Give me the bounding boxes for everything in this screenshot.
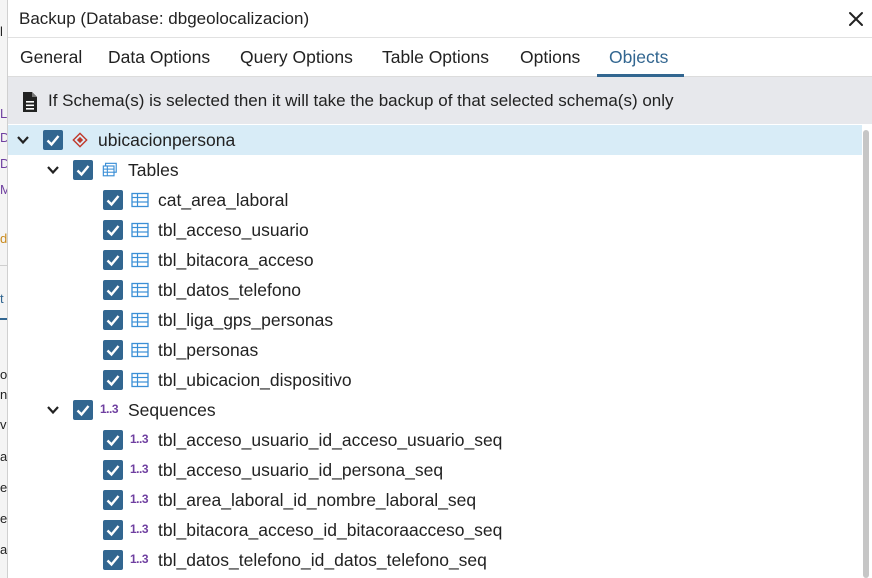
schema-icon bbox=[72, 132, 88, 148]
table-icon bbox=[131, 312, 149, 328]
schema-label: ubicacionpersona bbox=[98, 130, 236, 150]
table-label: tbl_ubicacion_dispositivo bbox=[158, 370, 352, 390]
check-icon bbox=[106, 195, 120, 207]
tab-options[interactable]: Options bbox=[520, 47, 580, 68]
tree-row-sequence[interactable]: 1..3 tbl_area_laboral_id_nombre_laboral_… bbox=[8, 485, 862, 515]
sequence-checkbox[interactable] bbox=[103, 430, 123, 450]
tree-row-table[interactable]: tbl_ubicacion_dispositivo bbox=[8, 365, 862, 395]
table-checkbox[interactable] bbox=[103, 190, 123, 210]
check-icon bbox=[106, 555, 120, 567]
sequence-icon: 1..3 bbox=[130, 432, 149, 446]
table-icon bbox=[131, 372, 149, 388]
tree-row-sequence[interactable]: 1..3 tbl_bitacora_acceso_id_bitacoraacce… bbox=[8, 515, 862, 545]
table-checkbox[interactable] bbox=[103, 370, 123, 390]
check-icon bbox=[106, 525, 120, 537]
tab-data-options[interactable]: Data Options bbox=[108, 47, 210, 68]
chevron-down-icon[interactable] bbox=[46, 163, 60, 177]
tab-general[interactable]: General bbox=[20, 47, 82, 68]
table-label: tbl_personas bbox=[158, 340, 259, 360]
tree-row-table[interactable]: tbl_personas bbox=[8, 335, 862, 365]
tables-group-label: Tables bbox=[128, 160, 179, 180]
table-checkbox[interactable] bbox=[103, 220, 123, 240]
table-icon bbox=[131, 282, 149, 298]
tree-row-sequences-group[interactable]: 1..3 Sequences bbox=[8, 395, 862, 425]
check-icon bbox=[106, 495, 120, 507]
sequence-label: tbl_acceso_usuario_id_persona_seq bbox=[158, 460, 444, 480]
check-icon bbox=[106, 465, 120, 477]
dialog-title: Backup (Database: dbgeolocalizacion) bbox=[19, 9, 310, 28]
sequence-checkbox[interactable] bbox=[103, 550, 123, 570]
chevron-down-icon[interactable] bbox=[16, 133, 30, 147]
sequence-icon: 1..3 bbox=[130, 462, 149, 476]
document-icon bbox=[23, 92, 37, 112]
table-icon bbox=[131, 342, 149, 358]
table-label: tbl_datos_telefono bbox=[158, 280, 302, 300]
sequence-checkbox[interactable] bbox=[103, 520, 123, 540]
tables-icon bbox=[102, 162, 117, 177]
schema-checkbox[interactable] bbox=[43, 130, 63, 150]
check-icon bbox=[106, 285, 120, 297]
table-label: tbl_liga_gps_personas bbox=[158, 310, 334, 330]
tree-row-table[interactable]: cat_area_laboral bbox=[8, 185, 862, 215]
check-icon bbox=[76, 165, 90, 177]
sequence-icon: 1..3 bbox=[130, 522, 149, 536]
check-icon bbox=[106, 375, 120, 387]
sequence-label: tbl_datos_telefono_id_datos_telefono_seq bbox=[158, 550, 487, 570]
chevron-down-icon[interactable] bbox=[46, 403, 60, 417]
check-icon bbox=[106, 345, 120, 357]
tree-row-table[interactable]: tbl_bitacora_acceso bbox=[8, 245, 862, 275]
check-icon bbox=[106, 225, 120, 237]
sequence-label: tbl_bitacora_acceso_id_bitacoraacceso_se… bbox=[158, 520, 503, 540]
tree-row-sequence[interactable]: 1..3 tbl_acceso_usuario_id_acceso_usuari… bbox=[8, 425, 862, 455]
sequence-label: tbl_acceso_usuario_id_acceso_usuario_seq bbox=[158, 430, 503, 450]
sequence-checkbox[interactable] bbox=[103, 460, 123, 480]
bg-fragment: t bbox=[0, 291, 4, 306]
tree-row-table[interactable]: tbl_datos_telefono bbox=[8, 275, 862, 305]
tree-row-schema[interactable]: ubicacionpersona bbox=[8, 125, 862, 155]
bg-fragment: v bbox=[0, 417, 7, 432]
tree-row-table[interactable]: tbl_liga_gps_personas bbox=[8, 305, 862, 335]
table-label: tbl_bitacora_acceso bbox=[158, 250, 314, 270]
table-checkbox[interactable] bbox=[103, 280, 123, 300]
sequence-checkbox[interactable] bbox=[103, 490, 123, 510]
sequence-icon: 1..3 bbox=[100, 402, 119, 416]
tab-table-options[interactable]: Table Options bbox=[382, 47, 489, 68]
objects-tree: ubicacionpersona Tables cat_area_laboral… bbox=[8, 124, 862, 578]
sequences-checkbox[interactable] bbox=[73, 400, 93, 420]
tab-objects[interactable]: Objects bbox=[609, 47, 668, 68]
close-icon bbox=[849, 12, 863, 26]
table-icon bbox=[131, 252, 149, 268]
tree-row-sequence[interactable]: 1..3 tbl_acceso_usuario_id_persona_seq bbox=[8, 455, 862, 485]
check-icon bbox=[106, 435, 120, 447]
check-icon bbox=[106, 315, 120, 327]
tree-scrollbar[interactable] bbox=[863, 130, 869, 578]
dialog-titlebar: Backup (Database: dbgeolocalizacion) bbox=[8, 0, 872, 38]
sequence-label: tbl_area_laboral_id_nombre_laboral_seq bbox=[158, 490, 477, 510]
check-icon bbox=[106, 255, 120, 267]
sequence-icon: 1..3 bbox=[130, 492, 149, 506]
tables-checkbox[interactable] bbox=[73, 160, 93, 180]
table-checkbox[interactable] bbox=[103, 340, 123, 360]
table-label: tbl_acceso_usuario bbox=[158, 220, 309, 240]
table-icon bbox=[131, 192, 149, 208]
tree-row-table[interactable]: tbl_acceso_usuario bbox=[8, 215, 862, 245]
table-checkbox[interactable] bbox=[103, 250, 123, 270]
tab-bar: General Data Options Query Options Table… bbox=[8, 38, 872, 77]
sequence-icon: 1..3 bbox=[130, 552, 149, 566]
tree-row-tables-group[interactable]: Tables bbox=[8, 155, 862, 185]
check-icon bbox=[46, 135, 60, 147]
info-bar: If Schema(s) is selected then it will ta… bbox=[8, 77, 872, 124]
backup-dialog: Backup (Database: dbgeolocalizacion) Gen… bbox=[7, 0, 872, 578]
table-checkbox[interactable] bbox=[103, 310, 123, 330]
table-label: cat_area_laboral bbox=[158, 190, 289, 210]
close-button[interactable] bbox=[843, 6, 869, 32]
bg-fragment: l bbox=[0, 24, 3, 39]
tree-row-sequence[interactable]: 1..3 tbl_datos_telefono_id_datos_telefon… bbox=[8, 545, 862, 575]
check-icon bbox=[76, 405, 90, 417]
sequences-group-label: Sequences bbox=[128, 400, 216, 420]
table-icon bbox=[131, 222, 149, 238]
info-message: If Schema(s) is selected then it will ta… bbox=[48, 91, 674, 110]
tab-query-options[interactable]: Query Options bbox=[240, 47, 353, 68]
